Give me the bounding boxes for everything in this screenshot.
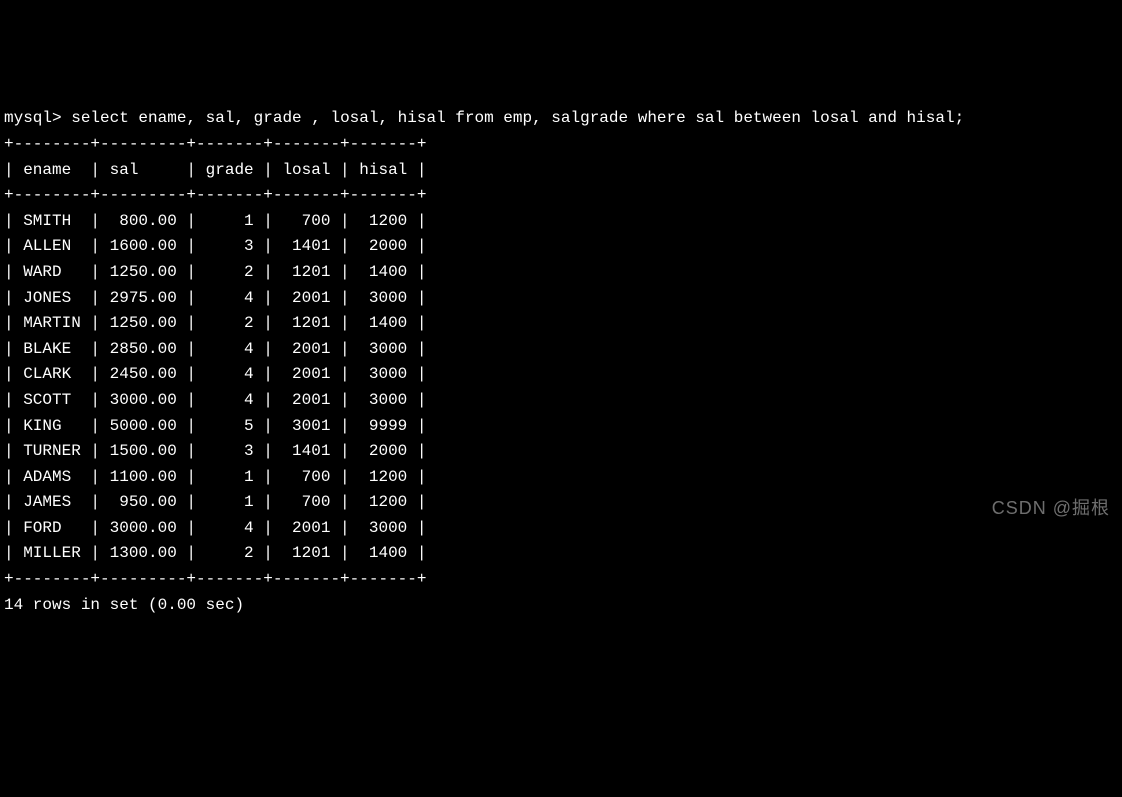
watermark: CSDN @掘根 — [992, 494, 1110, 523]
mysql-terminal[interactable]: mysql> select ename, sal, grade , losal,… — [4, 106, 1118, 618]
mysql-prompt: mysql> — [4, 109, 71, 127]
result-table: +--------+---------+-------+-------+----… — [4, 135, 426, 588]
sql-query: select ename, sal, grade , losal, hisal … — [71, 109, 964, 127]
result-footer: 14 rows in set (0.00 sec) — [4, 596, 244, 614]
